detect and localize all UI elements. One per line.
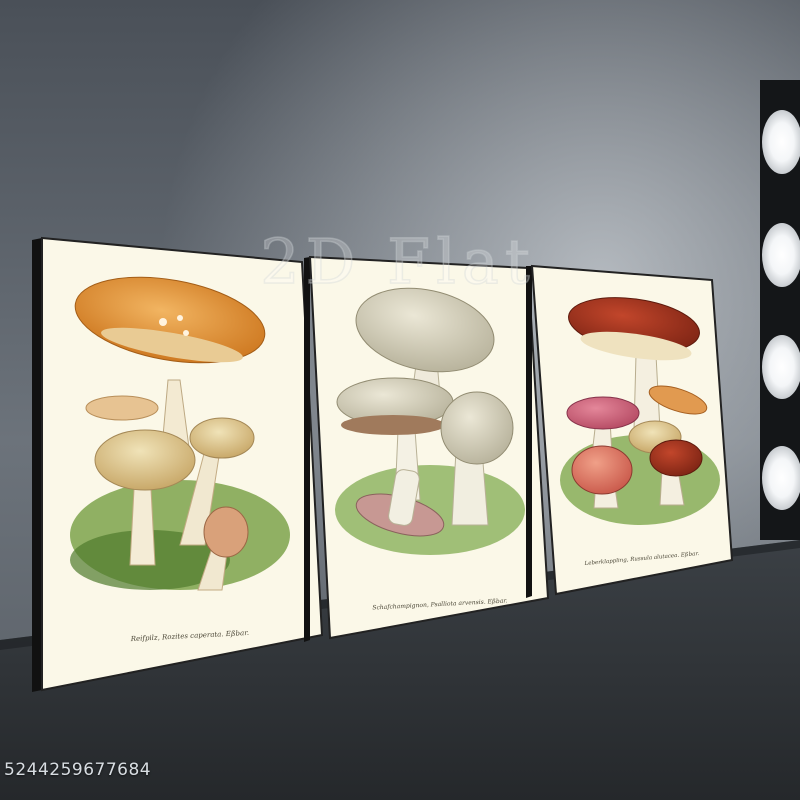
canvas-panel-1: Reifpilz, Rozites caperata. Eßbar. (32, 236, 324, 692)
canvas-edge (304, 257, 310, 642)
canvas-panel-3: Leberklappling, Russula alutacea. Eßbar. (526, 264, 734, 598)
studio-light-panel (760, 80, 800, 540)
stock-id-text: 5244259677684 (4, 760, 152, 780)
canvas-panel-2: Schafchampignon, Psalliota arvensis. Eßb… (304, 255, 550, 642)
canvas-edge (32, 238, 42, 692)
watermark-text: 2D Flat (260, 225, 536, 298)
mushroom-side-cap (85, 395, 159, 421)
canvas-edge (526, 266, 532, 598)
product-scene: Reifpilz, Rozites caperata. Eßbar. Schaf… (0, 0, 800, 800)
